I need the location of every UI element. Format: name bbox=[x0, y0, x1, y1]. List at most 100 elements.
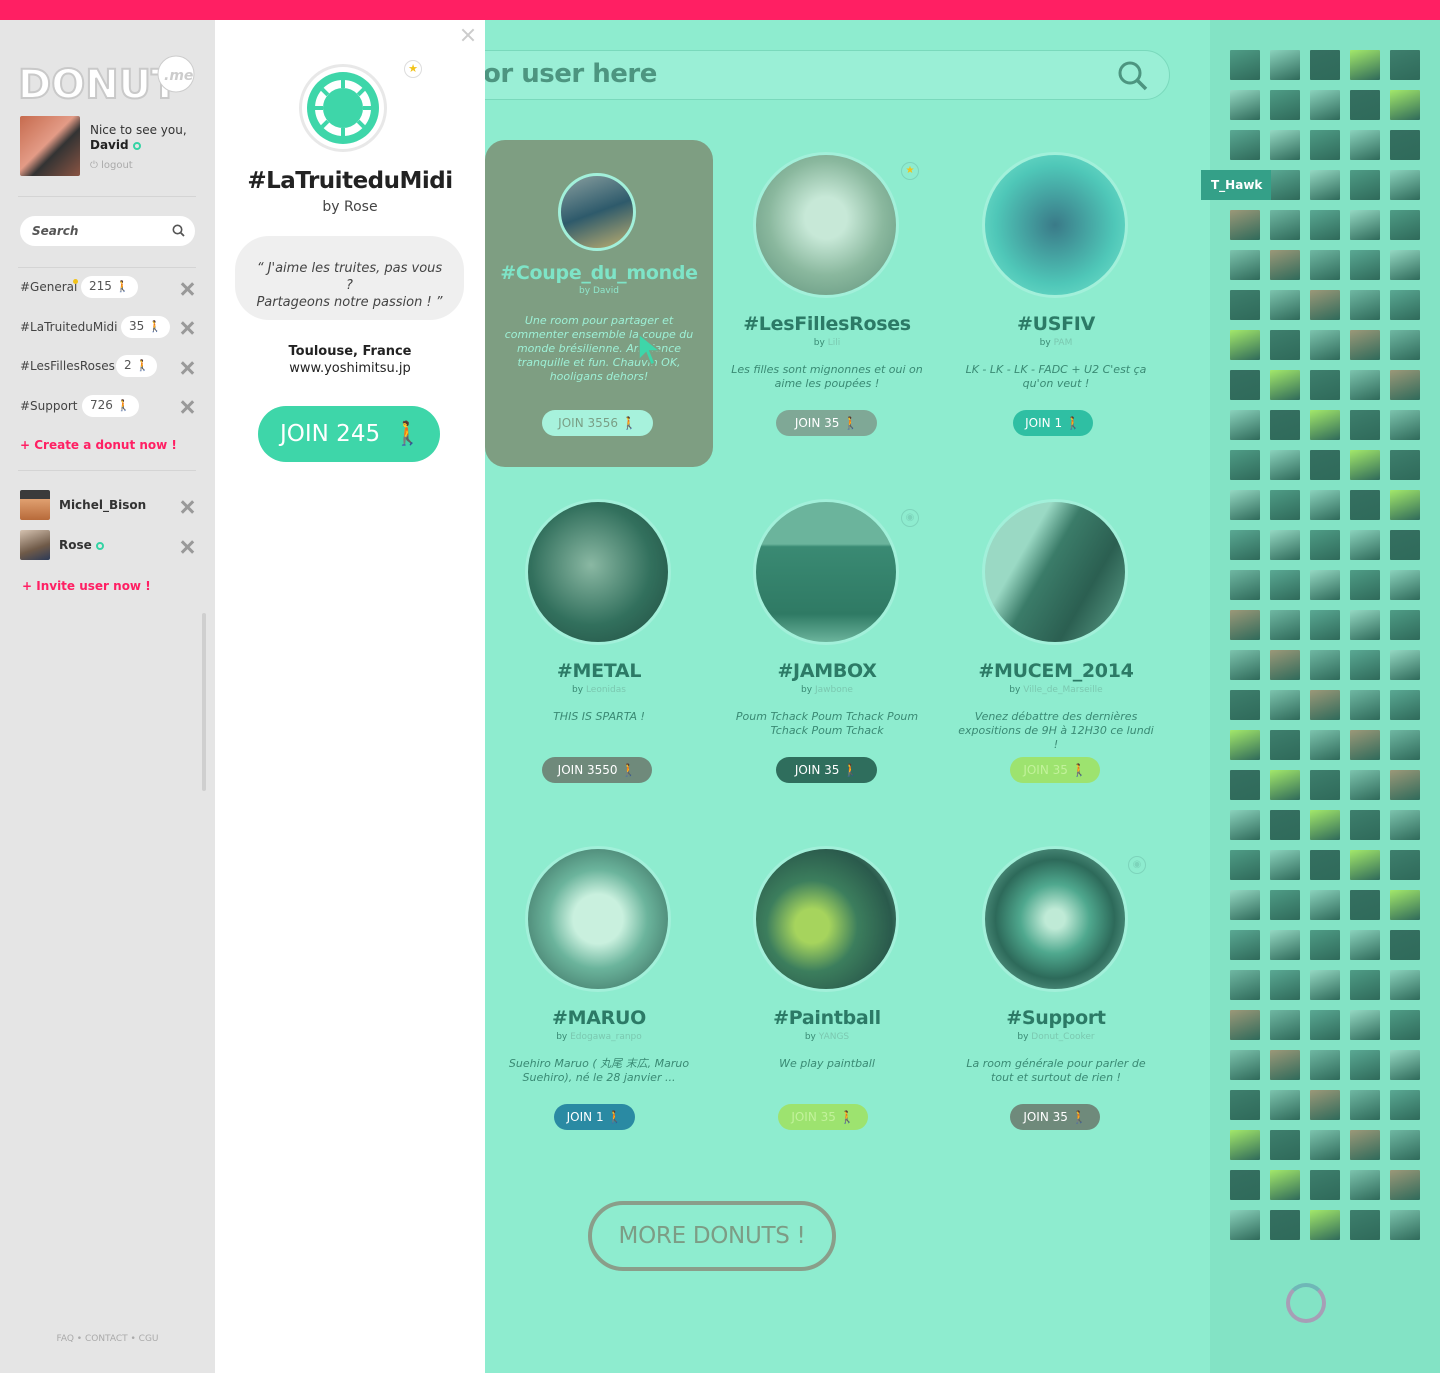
close-room-button[interactable] bbox=[180, 400, 194, 414]
main-search-input[interactable]: or user here bbox=[485, 50, 1170, 100]
close-user-button[interactable] bbox=[180, 540, 194, 554]
online-user-avatar[interactable] bbox=[1310, 370, 1340, 400]
close-icon[interactable] bbox=[461, 28, 475, 42]
room-card-paintball[interactable]: #Paintball by YANGS We play paintball JO… bbox=[713, 834, 941, 1161]
online-user-avatar[interactable] bbox=[1270, 770, 1300, 800]
online-user-avatar[interactable] bbox=[1270, 1170, 1300, 1200]
online-user-avatar[interactable] bbox=[1230, 250, 1260, 280]
online-user-avatar[interactable] bbox=[1270, 90, 1300, 120]
online-user-avatar[interactable] bbox=[1230, 330, 1260, 360]
online-user-avatar[interactable] bbox=[1230, 1090, 1260, 1120]
room-card-metal[interactable]: #METAL by Leonidas THIS IS SPARTA ! JOIN… bbox=[485, 487, 713, 814]
online-user-avatar[interactable] bbox=[1270, 970, 1300, 1000]
online-user-avatar[interactable] bbox=[1390, 770, 1420, 800]
online-user-avatar[interactable] bbox=[1390, 730, 1420, 760]
online-user-avatar[interactable] bbox=[1390, 810, 1420, 840]
more-donuts-button[interactable]: MORE DONUTS ! bbox=[588, 1201, 836, 1271]
online-user-avatar[interactable] bbox=[1310, 130, 1340, 160]
online-user-avatar[interactable] bbox=[1390, 130, 1420, 160]
online-user-avatar[interactable] bbox=[1390, 330, 1420, 360]
online-user-avatar[interactable] bbox=[1350, 1170, 1380, 1200]
favorite-star-icon[interactable]: ★ bbox=[901, 162, 919, 180]
online-user-avatar[interactable] bbox=[1270, 1210, 1300, 1240]
online-user-avatar[interactable] bbox=[1390, 690, 1420, 720]
join-room-button[interactable]: JOIN 35 🚶 bbox=[1010, 1104, 1100, 1130]
online-user-avatar[interactable] bbox=[1350, 730, 1380, 760]
online-user-avatar[interactable] bbox=[1310, 810, 1340, 840]
online-user-avatar[interactable] bbox=[1390, 1170, 1420, 1200]
online-user-avatar[interactable] bbox=[1310, 650, 1340, 680]
online-user-avatar[interactable] bbox=[1390, 250, 1420, 280]
search-icon[interactable] bbox=[1117, 60, 1149, 92]
online-user-avatar[interactable] bbox=[1310, 530, 1340, 560]
room-card-maruo[interactable]: #MARUO by Edogawa_ranpo Suehiro Maruo ( … bbox=[485, 834, 713, 1161]
online-user-avatar[interactable] bbox=[1270, 410, 1300, 440]
online-user-avatar[interactable] bbox=[1270, 1010, 1300, 1040]
online-user-avatar[interactable] bbox=[1270, 330, 1300, 360]
online-user-avatar[interactable] bbox=[1270, 130, 1300, 160]
online-user-avatar[interactable] bbox=[1230, 850, 1260, 880]
close-room-button[interactable] bbox=[180, 282, 194, 296]
online-user-avatar[interactable] bbox=[1390, 490, 1420, 520]
online-user-avatar[interactable] bbox=[1390, 970, 1420, 1000]
room-url[interactable]: www.yoshimitsu.jp bbox=[215, 361, 485, 376]
online-user-avatar[interactable] bbox=[1230, 690, 1260, 720]
online-user-avatar[interactable] bbox=[1270, 210, 1300, 240]
online-user-avatar[interactable] bbox=[1390, 410, 1420, 440]
favorite-star-icon[interactable]: ★ bbox=[404, 60, 422, 78]
sidebar-room-support[interactable]: #Support 726 🚶 bbox=[20, 395, 200, 419]
online-user-avatar[interactable] bbox=[1350, 170, 1380, 200]
online-user-avatar[interactable] bbox=[1270, 730, 1300, 760]
online-user-avatar[interactable] bbox=[1310, 1010, 1340, 1040]
online-user-avatar[interactable] bbox=[1350, 1050, 1380, 1080]
online-user-avatar[interactable] bbox=[1310, 1170, 1340, 1200]
online-user-avatar[interactable] bbox=[1310, 970, 1340, 1000]
invite-user-link[interactable]: + Invite user now ! bbox=[22, 579, 151, 593]
online-user-avatar[interactable] bbox=[1350, 650, 1380, 680]
online-user-avatar[interactable] bbox=[1390, 370, 1420, 400]
online-user-avatar[interactable] bbox=[1230, 450, 1260, 480]
room-card-support[interactable]: ◉ #Support by Donut_Cooker La room génér… bbox=[942, 834, 1170, 1161]
online-user-avatar[interactable] bbox=[1350, 90, 1380, 120]
online-user-avatar[interactable] bbox=[1390, 890, 1420, 920]
online-user-avatar[interactable] bbox=[1390, 450, 1420, 480]
online-user-avatar[interactable] bbox=[1310, 1090, 1340, 1120]
online-user-avatar[interactable] bbox=[1350, 1130, 1380, 1160]
online-user-avatar[interactable] bbox=[1230, 1010, 1260, 1040]
sidebar-room-latruitedumidi[interactable]: #LaTruiteduMidi 35 🚶 bbox=[20, 316, 200, 340]
online-user-avatar[interactable] bbox=[1350, 1010, 1380, 1040]
online-user-avatar[interactable] bbox=[1230, 1050, 1260, 1080]
close-room-button[interactable] bbox=[180, 321, 194, 335]
sidebar-search-input[interactable]: Search bbox=[20, 216, 195, 246]
online-user-avatar[interactable] bbox=[1310, 250, 1340, 280]
join-room-button[interactable]: JOIN 3556 🚶 bbox=[542, 410, 653, 436]
online-user-avatar[interactable] bbox=[1230, 530, 1260, 560]
online-user-avatar[interactable] bbox=[1270, 170, 1300, 200]
online-user-avatar[interactable] bbox=[1350, 330, 1380, 360]
online-user-avatar[interactable] bbox=[1310, 410, 1340, 440]
online-user-avatar[interactable] bbox=[1350, 450, 1380, 480]
online-user-avatar[interactable] bbox=[1350, 250, 1380, 280]
create-donut-link[interactable]: + Create a donut now ! bbox=[20, 438, 177, 452]
online-user-avatar[interactable] bbox=[1270, 690, 1300, 720]
room-card-jambox[interactable]: ◉ #JAMBOX by Jawbone Poum Tchack Poum Tc… bbox=[713, 487, 941, 814]
online-user-avatar[interactable] bbox=[1270, 50, 1300, 80]
online-user-avatar[interactable] bbox=[1270, 570, 1300, 600]
online-user-avatar[interactable] bbox=[1230, 890, 1260, 920]
online-user-avatar[interactable] bbox=[1310, 330, 1340, 360]
online-user-avatar[interactable] bbox=[1310, 610, 1340, 640]
online-user-avatar[interactable] bbox=[1310, 490, 1340, 520]
online-user-avatar[interactable] bbox=[1230, 1170, 1260, 1200]
online-user-avatar[interactable] bbox=[1270, 450, 1300, 480]
online-user-avatar[interactable] bbox=[1270, 890, 1300, 920]
online-user-avatar[interactable] bbox=[1270, 1050, 1300, 1080]
online-user-avatar[interactable] bbox=[1310, 170, 1340, 200]
online-user-avatar[interactable] bbox=[1350, 210, 1380, 240]
join-room-button[interactable]: JOIN 35 🚶 bbox=[776, 410, 877, 436]
online-user-avatar[interactable] bbox=[1310, 890, 1340, 920]
online-user-avatar[interactable] bbox=[1350, 770, 1380, 800]
online-user-avatar[interactable] bbox=[1310, 690, 1340, 720]
online-user-avatar[interactable] bbox=[1350, 970, 1380, 1000]
online-user-avatar[interactable] bbox=[1390, 170, 1420, 200]
online-user-avatar[interactable] bbox=[1310, 1210, 1340, 1240]
